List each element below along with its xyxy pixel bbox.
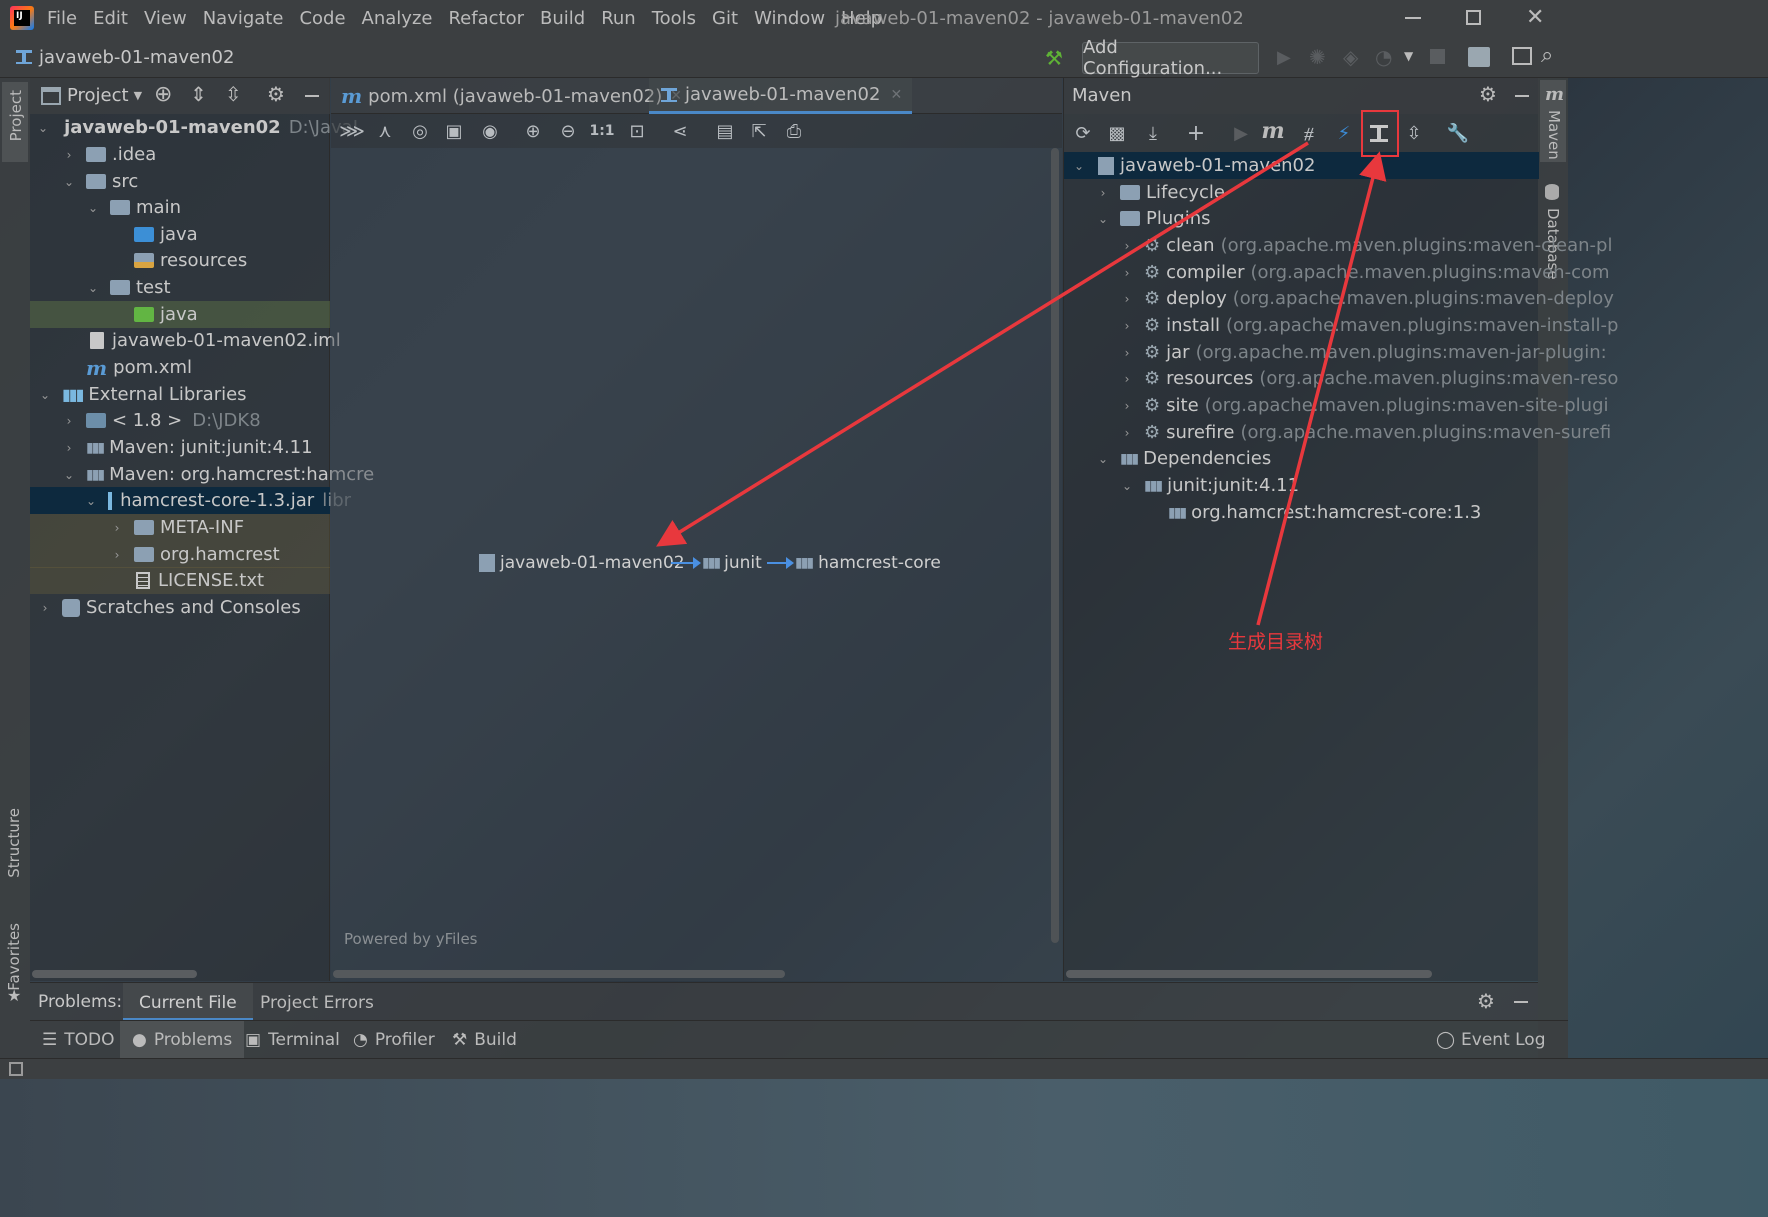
hammer-icon: ⚒ xyxy=(452,1030,468,1050)
profiler-label: Profiler xyxy=(374,1030,435,1050)
event-log-button[interactable]: ◯ Event Log xyxy=(1424,1021,1558,1059)
gear-icon[interactable]: ⚙ xyxy=(1477,989,1495,1013)
annotation-arrow-to-diagram xyxy=(656,141,1309,547)
tab-current-file[interactable]: Current File xyxy=(123,983,253,1021)
todo-label: TODO xyxy=(64,1030,115,1050)
tab-label: Project Errors xyxy=(260,993,374,1013)
event-log-icon: ◯ xyxy=(1436,1030,1456,1050)
toggle-tool-windows-icon[interactable] xyxy=(9,1062,23,1076)
tab-project-errors[interactable]: Project Errors xyxy=(260,992,374,1013)
tab-label: Current File xyxy=(139,993,237,1013)
terminal-tool-button[interactable]: ▣ Terminal xyxy=(233,1021,352,1059)
annotation-label: 生成目录树 xyxy=(1228,631,1324,653)
problems-label: Problems xyxy=(153,1030,233,1050)
bottom-tool-bar: ☰ TODO ● Problems ▣ Terminal ◔ Profiler … xyxy=(30,1020,1568,1059)
list-icon: ☰ xyxy=(42,1030,58,1050)
build-tool-button[interactable]: ⚒ Build xyxy=(440,1021,529,1059)
event-log-label: Event Log xyxy=(1461,1030,1546,1050)
hide-panel-icon[interactable] xyxy=(1514,1001,1528,1003)
status-bar xyxy=(0,1058,1768,1079)
info-icon: ● xyxy=(132,1030,147,1050)
annotation-arrow-to-toolbar xyxy=(1256,151,1387,626)
problems-title: Problems: xyxy=(38,992,123,1012)
terminal-label: Terminal xyxy=(268,1030,340,1050)
problems-tool-window-header: Problems: Current File Project Errors ⚙ xyxy=(30,982,1538,1021)
problems-tool-button[interactable]: ● Problems xyxy=(120,1021,245,1059)
terminal-icon: ▣ xyxy=(245,1030,262,1050)
build-label: Build xyxy=(474,1030,517,1050)
desktop-background xyxy=(0,1079,1768,1217)
todo-tool-button[interactable]: ☰ TODO xyxy=(30,1021,127,1059)
profiler-icon: ◔ xyxy=(353,1030,368,1050)
profiler-tool-button[interactable]: ◔ Profiler xyxy=(341,1021,447,1059)
